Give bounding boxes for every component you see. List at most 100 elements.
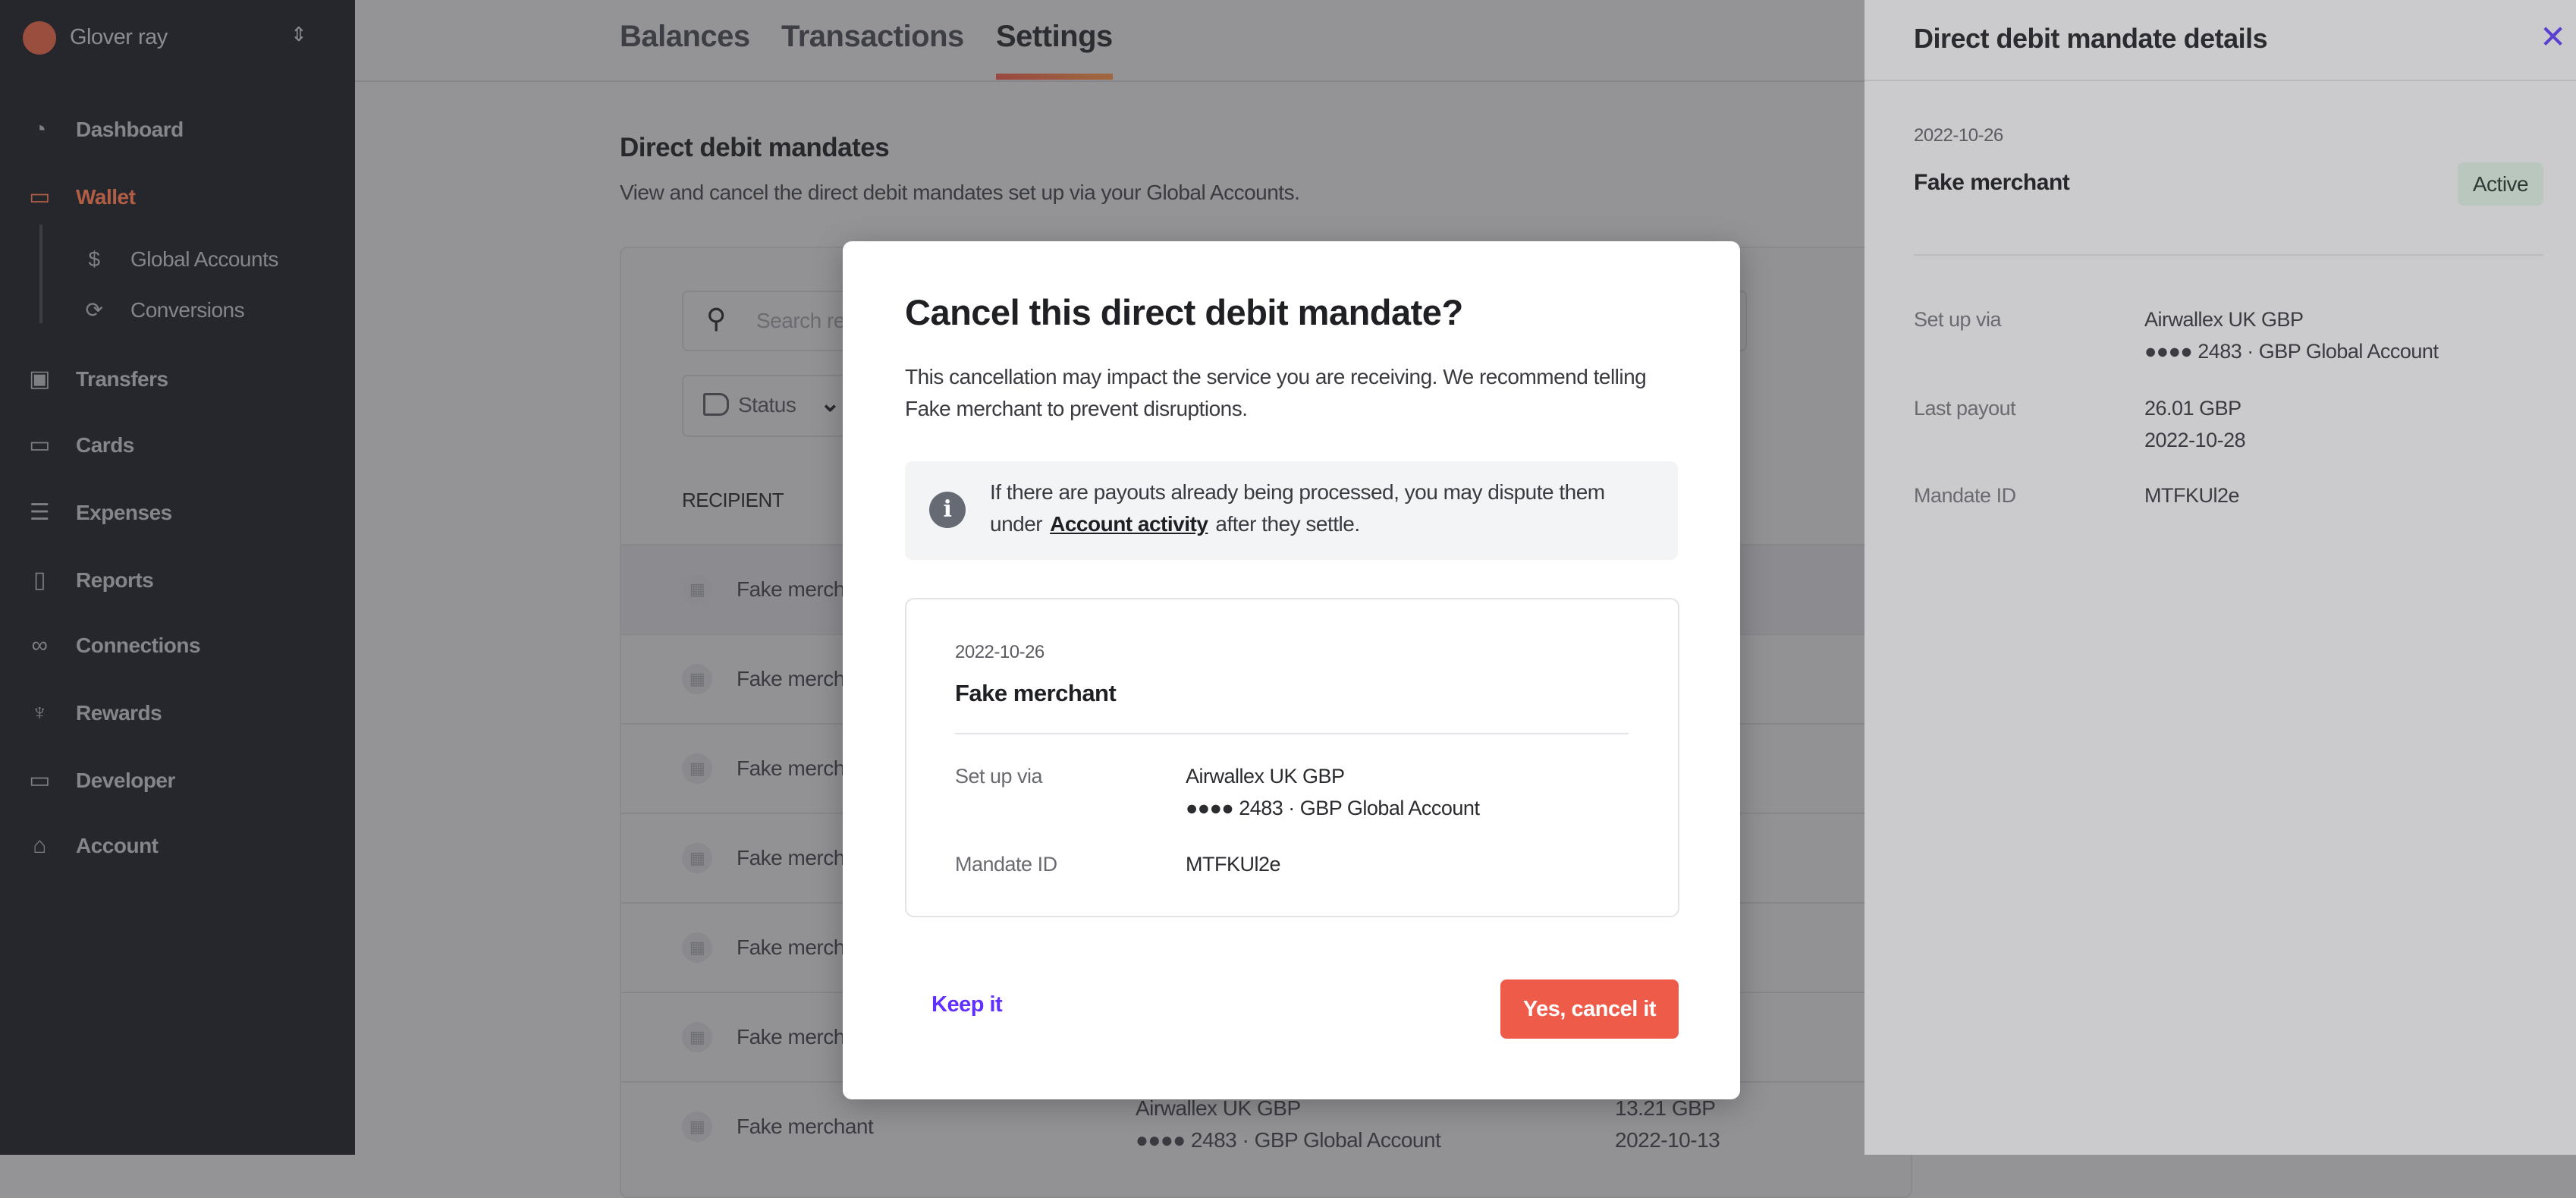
tab-settings[interactable]: Settings	[996, 20, 1113, 54]
setup-label: Set up via	[955, 765, 1043, 788]
sidebar-item-label: Wallet	[76, 185, 136, 209]
sidebar-item-rewards[interactable]: ♆ Rewards	[0, 690, 355, 736]
wallet-icon: ▭	[29, 184, 50, 209]
sidebar-item-label: Conversions	[130, 298, 245, 322]
sidebar-item-developer[interactable]: ▭ Developer	[0, 758, 355, 803]
info-text: If there are payouts already being proce…	[990, 476, 1657, 540]
page-title: Direct debit mandates	[620, 133, 890, 162]
store-icon: ▦	[682, 1022, 712, 1052]
sidebar-item-expenses[interactable]: ☰ Expenses	[0, 490, 355, 536]
dashboard-gauge-icon: ◔	[33, 117, 46, 142]
org-name[interactable]: Glover ray	[70, 25, 168, 50]
setup-sub: ●●●● 2483 · GBP Global Account	[2144, 340, 2439, 363]
refresh-icon: ⟳	[85, 298, 103, 322]
sidebar-item-label: Cards	[76, 433, 134, 457]
store-icon: ▦	[682, 1112, 712, 1142]
tab-divider	[355, 80, 1864, 82]
account-sub: ●●●● 2483 · GBP Global Account	[1136, 1128, 1441, 1152]
mandate-id-value: MTFKUl2e	[1186, 853, 1281, 876]
store-icon: ▦	[682, 843, 712, 873]
tab-balances[interactable]: Balances	[620, 20, 750, 54]
recipient-name: Fake merch	[737, 1025, 845, 1049]
divider	[955, 733, 1629, 734]
sidebar-item-cards[interactable]: ▭ Cards	[0, 423, 355, 468]
document-icon: ▯	[33, 568, 46, 593]
search-placeholder: Search re	[756, 309, 845, 332]
mandate-summary-card: 2022-10-26 Fake merchant Set up via Airw…	[905, 598, 1679, 917]
status-filter[interactable]: Status ⌄	[682, 375, 859, 437]
mandate-date: 2022-10-26	[955, 642, 1045, 662]
store-icon: ⌂	[33, 833, 46, 858]
dialog-body: This cancellation may impact the service…	[905, 365, 1647, 420]
info-notice: i If there are payouts already being pro…	[905, 461, 1678, 560]
mandate-merchant: Fake merchant	[955, 680, 1117, 706]
sidebar-item-dashboard[interactable]: ◔ Dashboard	[0, 107, 355, 153]
mandate-id-label: Mandate ID	[1914, 484, 2016, 507]
sidebar-item-label: Dashboard	[76, 118, 184, 141]
setup-label: Set up via	[1914, 308, 2002, 331]
recipient-name: Fake merch	[737, 846, 845, 869]
org-avatar-icon[interactable]	[23, 21, 56, 55]
recipient-name: Fake merch	[737, 756, 845, 780]
account-name: Airwallex UK GBP	[1136, 1096, 1301, 1120]
tag-icon	[703, 393, 729, 416]
submenu-line	[39, 225, 42, 323]
dollar-circle-icon: $	[88, 247, 100, 271]
payout-date: 2022-10-28	[2144, 429, 2246, 451]
store-icon: ▦	[682, 932, 712, 963]
payout-label: Last payout	[1914, 397, 2016, 420]
search-icon: ⚲	[706, 303, 726, 334]
divider	[1864, 80, 2576, 81]
sidebar-item-label: Transfers	[76, 367, 168, 391]
sidebar-item-label: Connections	[76, 634, 201, 657]
payout-date: 2022-10-13	[1615, 1128, 1720, 1152]
status-filter-label: Status	[738, 393, 796, 417]
sidebar-item-label: Reports	[76, 568, 154, 592]
sidebar-item-label: Expenses	[76, 501, 172, 524]
receipt-icon: ☰	[29, 500, 50, 525]
card-icon: ▭	[29, 432, 50, 458]
keep-it-button[interactable]: Keep it	[931, 992, 1003, 1017]
sidebar-item-label: Developer	[76, 769, 175, 792]
dialog-title: Cancel this direct debit mandate?	[905, 292, 1463, 332]
mandate-id-label: Mandate ID	[955, 853, 1057, 876]
sidebar-item-global-accounts[interactable]: $ Global Accounts	[0, 237, 355, 282]
info-icon: i	[929, 492, 966, 528]
cancel-mandate-dialog: Cancel this direct debit mandate? This c…	[843, 241, 1740, 1099]
setup-sub: ●●●● 2483 · GBP Global Account	[1186, 797, 1480, 819]
mandate-details-drawer: Direct debit mandate details ✕ 2022-10-2…	[1864, 0, 2576, 1155]
drawer-title: Direct debit mandate details	[1914, 23, 2268, 54]
sidebar-item-label: Account	[76, 834, 159, 857]
confirm-cancel-button[interactable]: Yes, cancel it	[1500, 979, 1679, 1039]
divider	[1914, 254, 2543, 256]
drawer-merchant: Fake merchant	[1914, 170, 2070, 195]
info-text-post: after they settle.	[1215, 512, 1360, 536]
account-activity-link[interactable]: Account activity	[1050, 512, 1208, 536]
banknote-icon: ▣	[29, 366, 50, 391]
link-icon: ∞	[31, 633, 48, 658]
close-icon[interactable]: ✕	[2540, 18, 2566, 55]
sidebar-item-connections[interactable]: ∞ Connections	[0, 623, 355, 668]
mandate-id-value: MTFKUl2e	[2144, 484, 2240, 507]
payout-amount: 26.01 GBP	[2144, 397, 2241, 420]
sidebar-item-transfers[interactable]: ▣ Transfers	[0, 357, 355, 402]
sidebar-item-reports[interactable]: ▯ Reports	[0, 558, 355, 603]
recipient-name: Fake merch	[737, 935, 845, 959]
chevron-down-icon: ⌄	[820, 389, 840, 417]
recipient-name: Fake merch	[737, 667, 845, 690]
tab-transactions[interactable]: Transactions	[781, 20, 964, 54]
sidebar-item-wallet[interactable]: ▭ Wallet	[0, 175, 355, 220]
status-badge: Active	[2458, 162, 2543, 206]
sidebar-item-conversions[interactable]: ⟳ Conversions	[0, 288, 355, 333]
drawer-date: 2022-10-26	[1914, 125, 2003, 146]
page-subtitle: View and cancel the direct debit mandate…	[620, 181, 1300, 204]
setup-value: Airwallex UK GBP	[2144, 308, 2304, 331]
column-header-recipient[interactable]: RECIPIENT	[682, 489, 784, 512]
sidebar-item-label: Global Accounts	[130, 247, 278, 271]
store-icon: ▦	[682, 753, 712, 784]
trophy-icon: ♆	[31, 700, 49, 725]
sidebar-item-account[interactable]: ⌂ Account	[0, 823, 355, 869]
store-icon: ▦	[682, 664, 712, 694]
store-icon: ▦	[682, 574, 712, 605]
org-switch-chevron-icon[interactable]: ⇕	[291, 23, 307, 46]
